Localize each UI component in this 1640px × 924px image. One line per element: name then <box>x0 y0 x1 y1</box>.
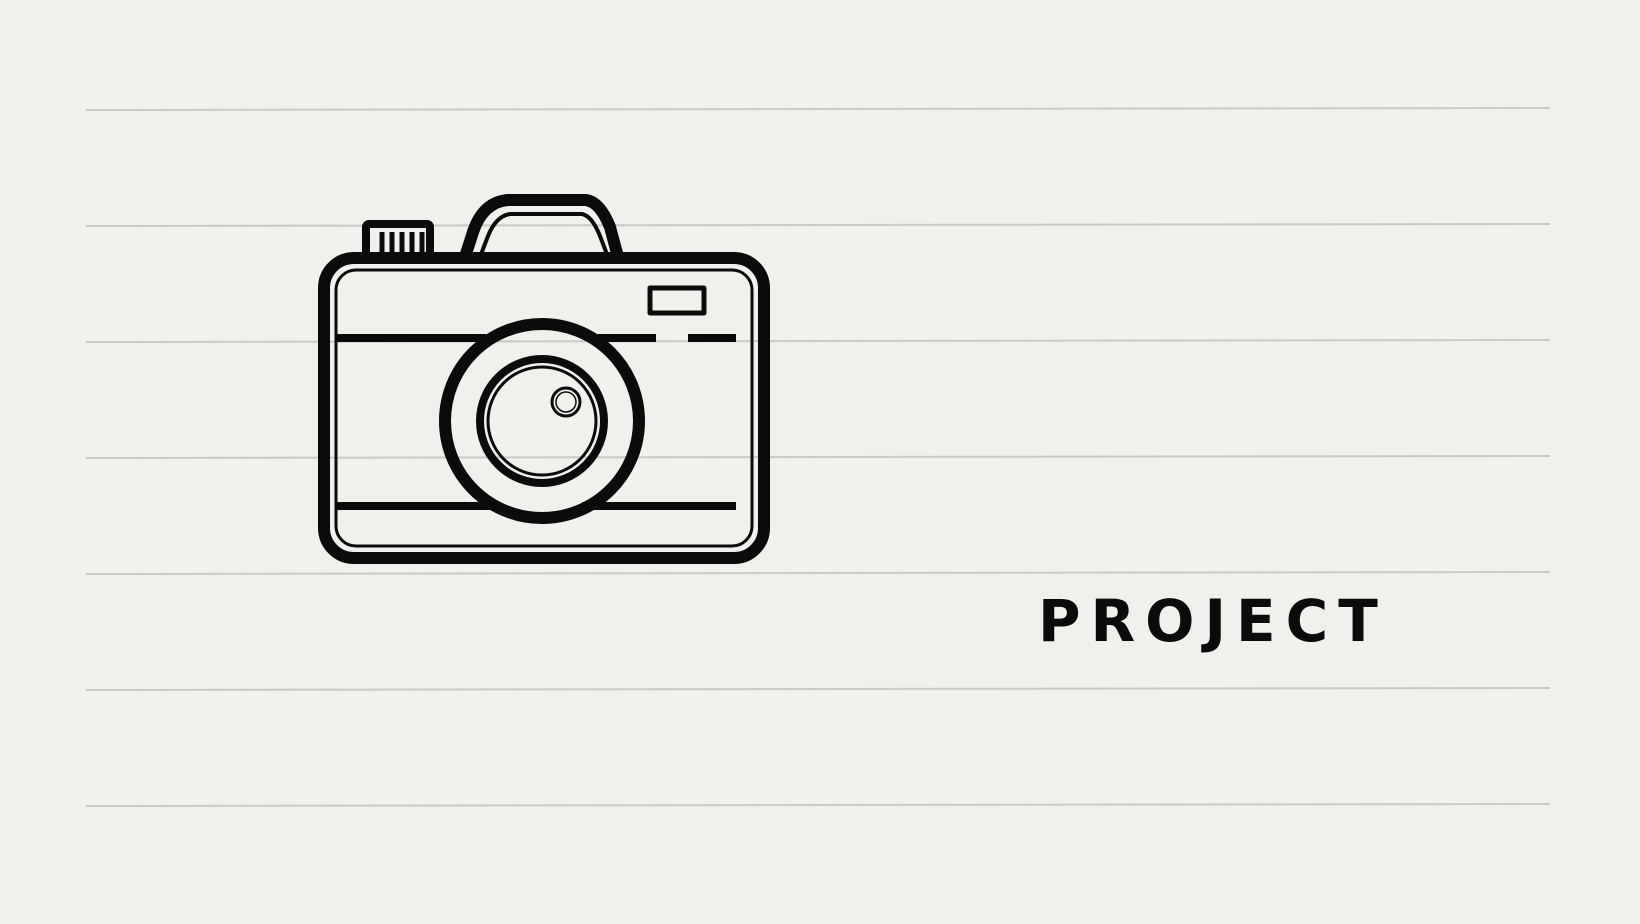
page-title: PROJECT <box>1038 587 1388 655</box>
ruled-line <box>85 803 1551 807</box>
camera-lens-glint-inner <box>555 391 577 413</box>
ruled-line <box>85 107 1551 111</box>
camera-lens-middle <box>476 355 608 487</box>
camera-flash <box>647 285 707 316</box>
ruled-line <box>85 339 1551 343</box>
camera-top-inner <box>478 212 610 258</box>
ruled-line <box>85 571 1551 575</box>
ruled-lines <box>85 107 1551 807</box>
camera-lens-inner <box>486 365 598 477</box>
slide: PROJECT <box>0 0 1640 924</box>
ruled-line <box>85 223 1551 227</box>
camera-lens-outer <box>439 318 645 524</box>
ruled-line <box>85 455 1551 459</box>
ruled-line <box>85 687 1551 691</box>
camera-icon <box>318 194 770 564</box>
